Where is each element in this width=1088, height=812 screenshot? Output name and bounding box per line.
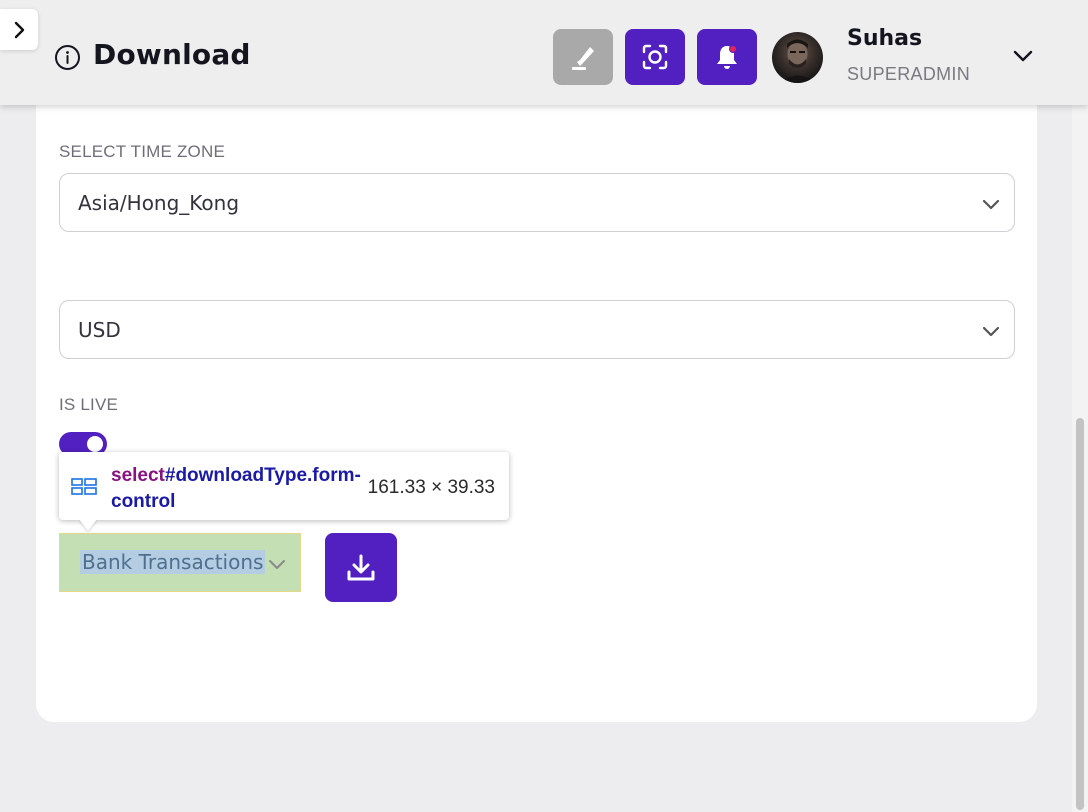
inspector-size: 161.33 × 39.33 [367, 477, 495, 498]
currency-select[interactable]: USD [59, 300, 1015, 359]
currency-value: USD [78, 318, 121, 342]
highlighter-icon [572, 47, 594, 70]
info-icon [55, 45, 80, 70]
download-button[interactable] [325, 533, 397, 602]
chevron-down-icon [269, 560, 285, 569]
chevron-right-icon [14, 21, 25, 38]
chevron-down-icon [982, 326, 1000, 337]
top-header: Download Suhas SUPERADMIN [0, 0, 1088, 105]
tooltip-arrow [79, 519, 97, 531]
inspector-tag: select [111, 465, 165, 486]
download-type-value: Bank Transactions [80, 550, 266, 574]
user-role: SUPERADMIN [847, 64, 971, 84]
sidebar-toggle-button[interactable] [0, 9, 38, 50]
inspector-tooltip: select#downloadType.form-control 161.33 … [59, 452, 509, 520]
inspector-selector: select#downloadType.form-control [111, 463, 361, 515]
element-grid-icon [71, 478, 97, 495]
user-photo-icon [780, 39, 815, 83]
page-title: Download [93, 38, 251, 71]
toggle-knob [87, 436, 103, 452]
highlighter-button[interactable] [553, 29, 613, 85]
avatar[interactable] [772, 32, 823, 83]
time-zone-value: Asia/Hong_Kong [78, 191, 240, 215]
time-zone-select[interactable]: Asia/Hong_Kong [59, 173, 1015, 232]
scrollbar-thumb[interactable] [1076, 418, 1084, 810]
screen-capture-button[interactable] [625, 29, 685, 85]
download-type-select[interactable]: Bank Transactions [59, 533, 301, 592]
download-icon [347, 554, 375, 580]
time-zone-label: SELECT TIME ZONE [59, 142, 225, 161]
user-name: Suhas [847, 26, 923, 51]
is-live-label: IS LIVE [59, 395, 119, 414]
bell-icon [717, 45, 737, 69]
chevron-down-icon [982, 199, 1000, 210]
screen-capture-icon [642, 44, 668, 70]
notifications-button[interactable] [697, 29, 757, 85]
chevron-down-icon[interactable] [1012, 46, 1034, 66]
